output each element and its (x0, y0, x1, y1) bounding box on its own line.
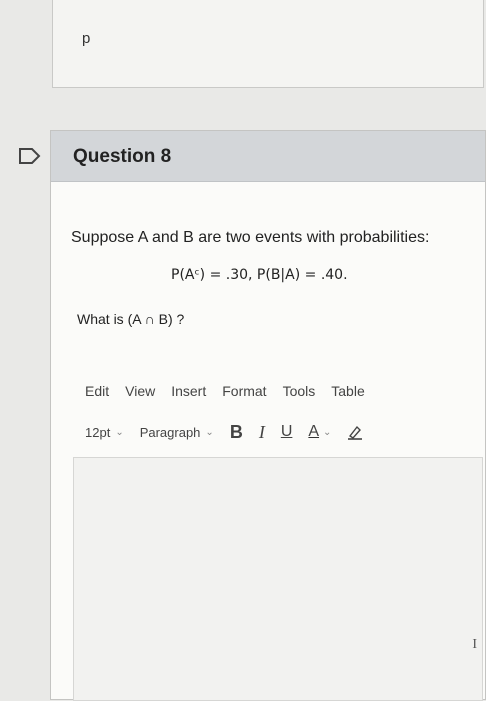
block-format-value: Paragraph (139, 424, 201, 440)
question-prompt: Suppose A and B are two events with prob… (71, 229, 430, 246)
menu-insert[interactable]: Insert (171, 383, 206, 399)
underline-button[interactable]: U (281, 423, 293, 441)
answer-editor[interactable] (73, 457, 483, 701)
previous-answer-text: p (82, 30, 91, 47)
block-format-select[interactable]: Paragraph ⌄ (140, 425, 214, 440)
question-card: Question 8 Suppose A and B are two event… (50, 130, 486, 701)
question-subprompt: What is (A ∩ B) ? (77, 311, 185, 327)
chevron-down-icon: ⌄ (205, 426, 214, 438)
text-color-button[interactable]: A (308, 423, 319, 441)
menu-edit[interactable]: Edit (85, 383, 109, 399)
chevron-down-icon: ⌄ (115, 426, 124, 438)
text-cursor-icon: I (472, 637, 477, 652)
highlighter-icon[interactable] (347, 424, 363, 440)
flag-icon[interactable] (18, 147, 42, 165)
menu-table[interactable]: Table (331, 383, 364, 399)
font-size-select[interactable]: 12pt ⌄ (85, 425, 124, 440)
italic-button[interactable]: I (259, 422, 265, 443)
question-title: Question 8 (73, 146, 172, 167)
bold-button[interactable]: B (230, 422, 243, 443)
menu-tools[interactable]: Tools (283, 383, 316, 399)
question-formula: P(Aᶜ) = .30, P(B|A) = .40. (171, 267, 348, 283)
menu-format[interactable]: Format (222, 383, 266, 399)
chevron-down-icon[interactable]: ⌄ (323, 427, 331, 438)
editor-toolbar: 12pt ⌄ Paragraph ⌄ B I U A ⌄ (85, 421, 479, 443)
font-size-value: 12pt (85, 424, 111, 440)
menu-view[interactable]: View (125, 383, 155, 399)
previous-answer-box[interactable] (52, 0, 484, 88)
editor-menubar: Edit View Insert Format Tools Table (85, 383, 365, 399)
question-header: Question 8 (51, 131, 485, 182)
